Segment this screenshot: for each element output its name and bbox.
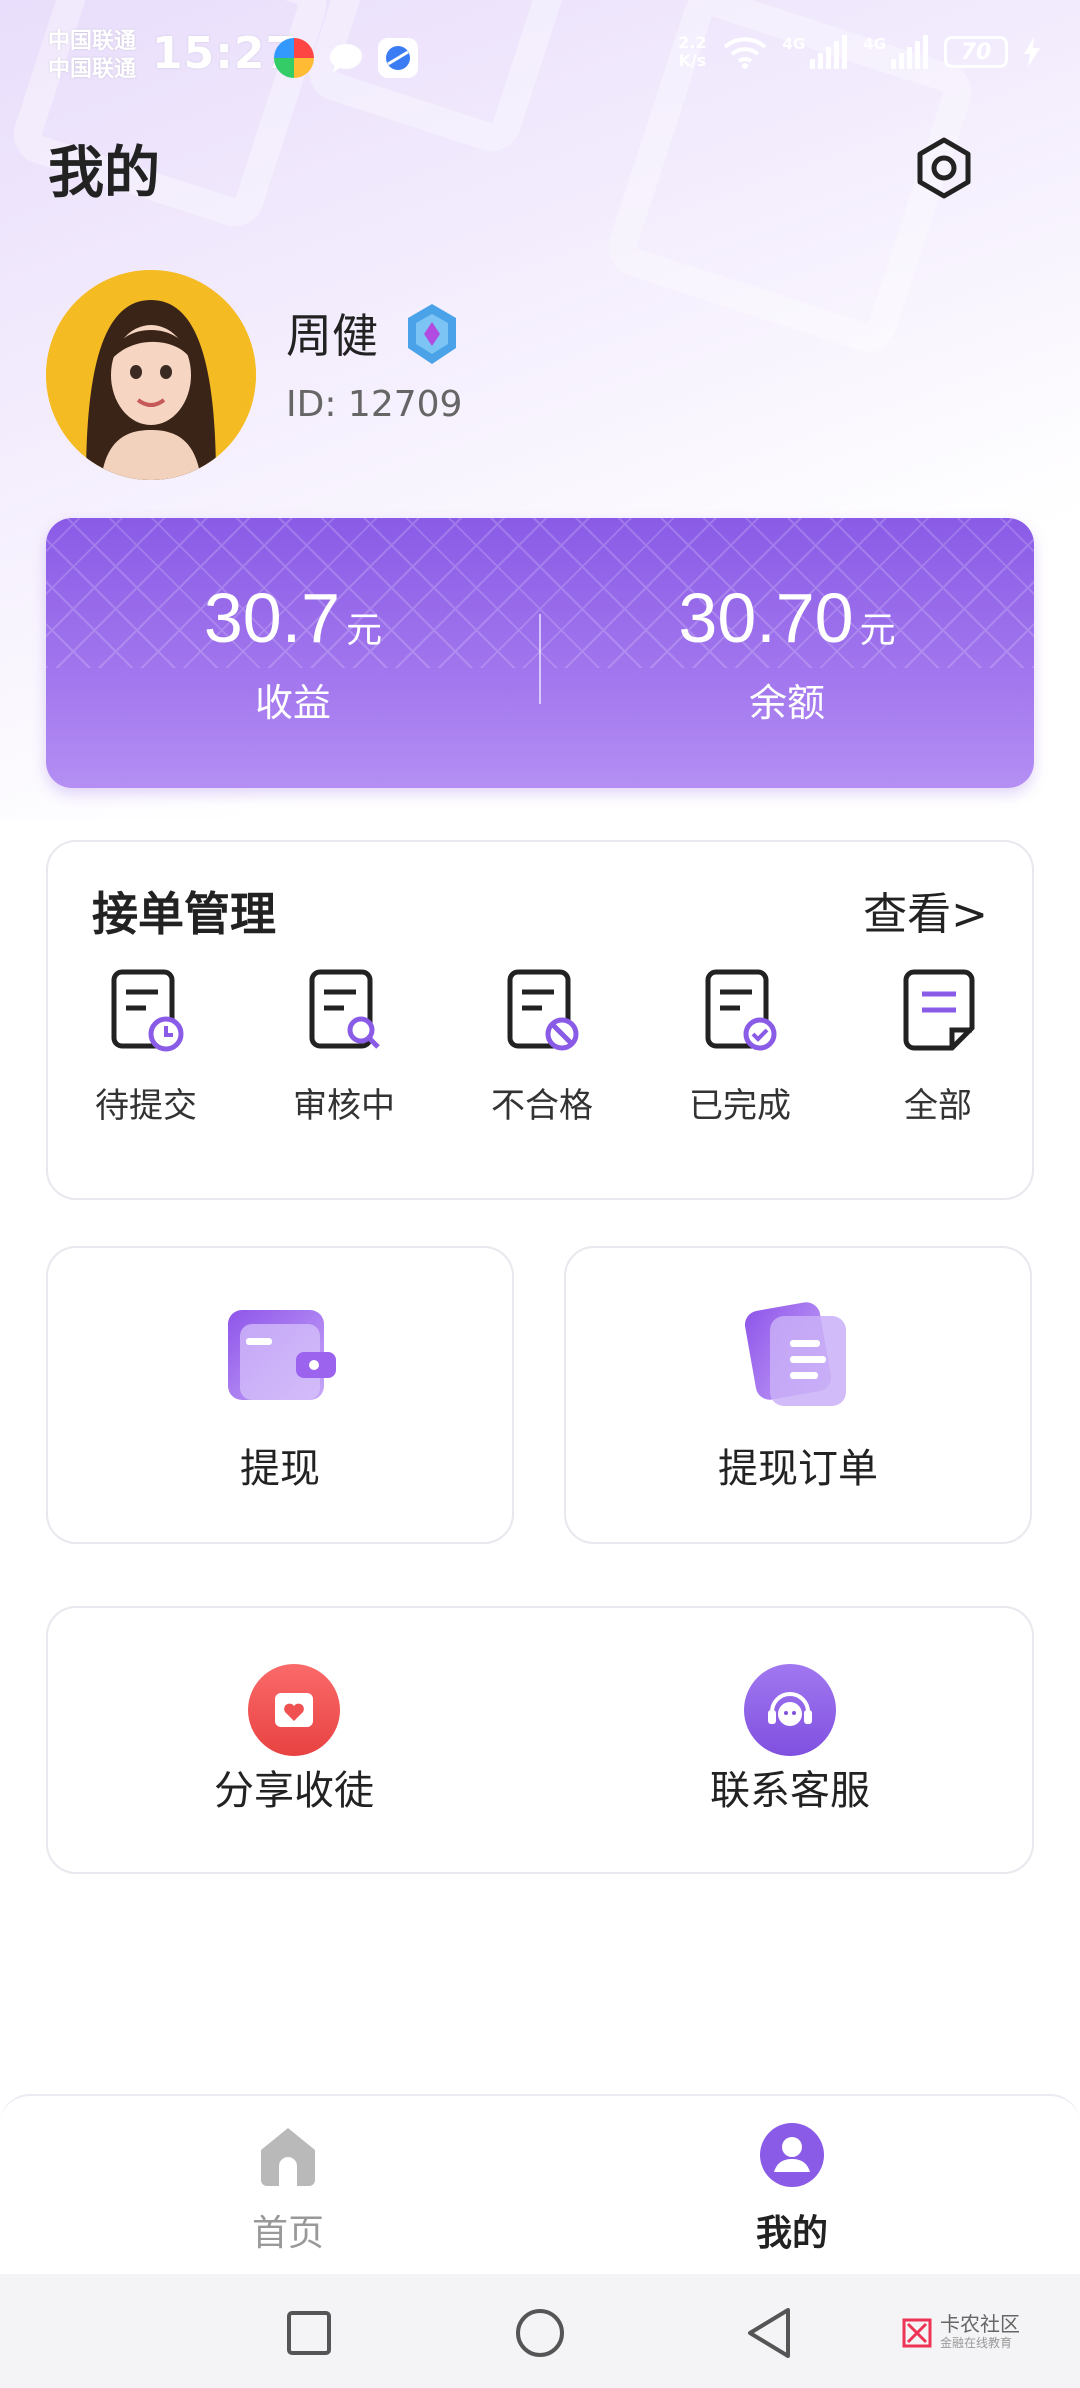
signal-1-icon: 4G <box>783 35 848 69</box>
order-all[interactable]: 全部 <box>858 966 1018 1127</box>
watermark: 卡农社区 金融在线教育 <box>900 2314 1020 2351</box>
user-id: ID: 12709 <box>286 384 463 425</box>
message-notification-icon <box>326 38 366 78</box>
avatar[interactable] <box>46 270 256 480</box>
withdraw-card[interactable]: 提现 <box>46 1246 514 1544</box>
signal-2-label: 4G <box>863 35 886 53</box>
balance-label: 余额 <box>748 681 825 725</box>
withdraw-orders-card[interactable]: 提现订单 <box>564 1246 1032 1544</box>
contact-support-label: 联系客服 <box>710 1768 870 1814</box>
battery-icon: 70 <box>944 36 1008 68</box>
wifi-icon <box>723 37 766 69</box>
doc-ban-icon <box>507 969 579 1051</box>
status-bar: 中国联通 中国联通 15:27 2.2 K/s 4G 4G 70 <box>0 0 1080 112</box>
recent-apps-button[interactable] <box>282 2306 336 2360</box>
browser-notification-icon <box>378 38 418 78</box>
order-pending-submit[interactable]: 待提交 <box>66 966 226 1127</box>
income-unit: 元 <box>346 610 383 651</box>
doc-check-icon <box>705 969 777 1051</box>
user-profile-icon <box>760 2123 824 2187</box>
signal-1-label: 4G <box>782 35 806 53</box>
watermark-title: 卡农社区 <box>940 2312 1020 2336</box>
nav-mine[interactable]: 我的 <box>692 2122 892 2256</box>
circle-icon <box>516 2309 564 2357</box>
watermark-logo-icon <box>902 2318 932 2347</box>
carrier-1: 中国联通 <box>48 29 137 54</box>
order-item-label: 待提交 <box>95 1086 197 1126</box>
square-icon <box>287 2311 331 2355</box>
back-triangle-icon <box>748 2308 790 2358</box>
home-icon <box>261 2128 315 2186</box>
income-value: 30.7 <box>203 579 341 657</box>
order-item-label: 全部 <box>904 1086 972 1126</box>
order-item-label: 审核中 <box>293 1086 395 1126</box>
vip-badge-icon <box>404 302 460 366</box>
order-management-card: 接单管理 查看> 待提交 审核中 不合格 已完成 全部 <box>46 840 1034 1200</box>
doc-clock-icon <box>111 969 184 1052</box>
wallet-icon <box>228 1310 336 1400</box>
charging-icon <box>1024 37 1040 67</box>
services-card: 分享收徒 联系客服 <box>46 1606 1034 1874</box>
carrier-info: 中国联通 中国联通 <box>48 28 136 84</box>
network-speed: 2.2 K/s <box>678 34 706 70</box>
app-notification-icon <box>274 38 314 78</box>
home-system-button[interactable] <box>513 2306 567 2360</box>
order-under-review[interactable]: 审核中 <box>264 966 424 1127</box>
customer-service-icon <box>744 1664 836 1756</box>
share-recruit-label: 分享收徒 <box>214 1768 374 1814</box>
back-button[interactable] <box>742 2306 796 2360</box>
signal-2-icon: 4G <box>863 35 928 69</box>
balance-value: 30.70 <box>678 579 854 657</box>
income-label: 收益 <box>254 681 331 725</box>
view-all-orders-link[interactable]: 查看> <box>863 878 988 942</box>
order-item-label: 已完成 <box>689 1086 791 1126</box>
settings-button[interactable] <box>904 128 984 208</box>
status-right: 2.2 K/s 4G 4G 70 <box>678 34 1040 70</box>
balance-unit: 元 <box>859 610 896 651</box>
share-heart-icon <box>248 1664 340 1756</box>
income-column[interactable]: 30.7 元 收益 <box>46 578 540 727</box>
order-rejected[interactable]: 不合格 <box>462 966 622 1127</box>
order-management-title: 接单管理 <box>92 887 276 941</box>
withdraw-orders-label: 提现订单 <box>718 1446 878 1492</box>
earnings-card: 30.7 元 收益 30.70 元 余额 <box>46 518 1034 788</box>
net-speed-value: 2.2 <box>678 33 707 52</box>
withdraw-orders-icon <box>744 1302 846 1406</box>
settings-hexagon-icon <box>917 137 971 199</box>
carrier-2: 中国联通 <box>48 57 137 82</box>
order-completed[interactable]: 已完成 <box>660 966 820 1127</box>
page-title: 我的 <box>48 141 160 206</box>
balance-column[interactable]: 30.70 元 余额 <box>540 578 1034 727</box>
nav-home[interactable]: 首页 <box>188 2122 388 2256</box>
system-navigation-bar: 卡农社区 金融在线教育 <box>0 2274 1080 2388</box>
bottom-navigation: 首页 我的 <box>0 2094 1080 2274</box>
contact-support-button[interactable]: 联系客服 <box>640 1664 940 1816</box>
user-name: 周健 <box>286 309 378 363</box>
withdraw-label: 提现 <box>240 1446 320 1492</box>
doc-search-icon <box>309 969 380 1049</box>
nav-home-label: 首页 <box>251 2213 324 2254</box>
nav-mine-label: 我的 <box>755 2213 828 2254</box>
net-speed-unit: K/s <box>678 51 707 70</box>
doc-all-icon <box>903 969 975 1051</box>
share-recruit-button[interactable]: 分享收徒 <box>144 1664 444 1816</box>
watermark-subtitle: 金融在线教育 <box>940 2336 1013 2350</box>
order-item-label: 不合格 <box>491 1086 593 1126</box>
